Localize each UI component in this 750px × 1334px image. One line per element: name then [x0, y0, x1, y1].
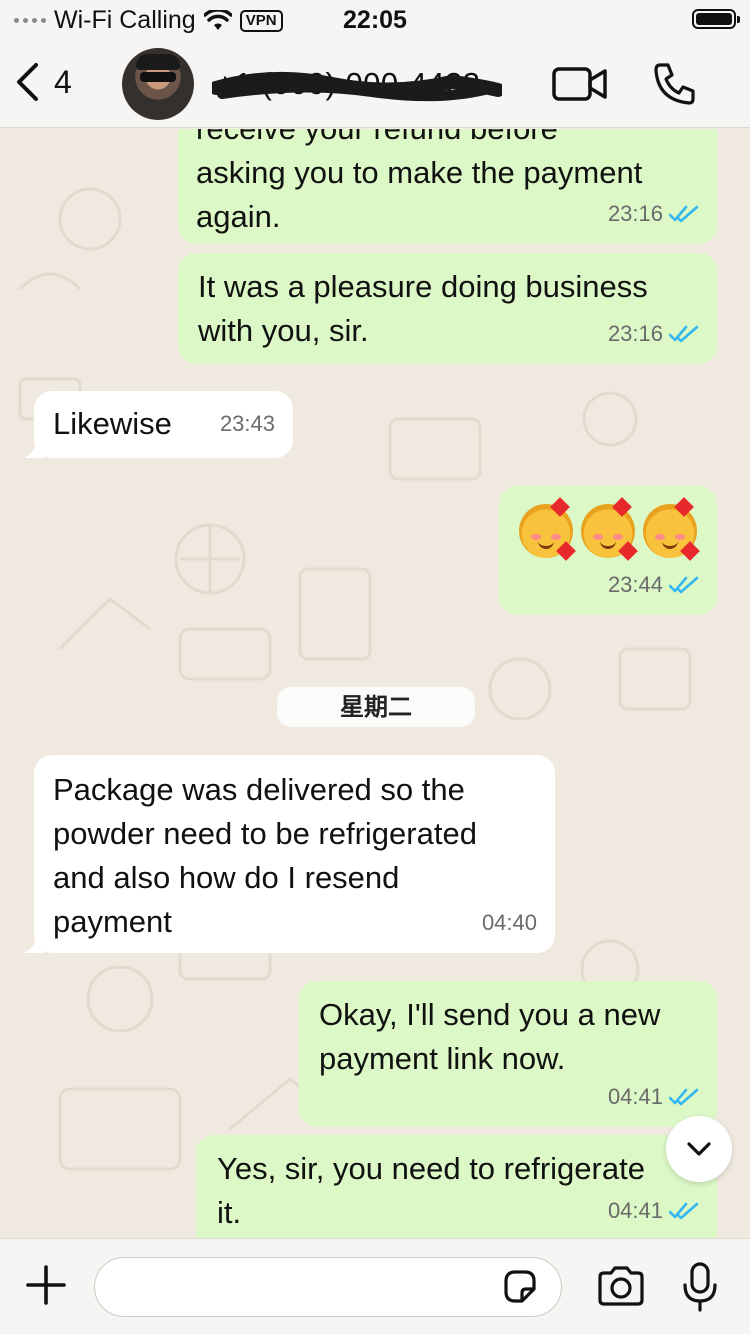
message-composer [0, 1238, 750, 1334]
message-list[interactable]: receive your refund before asking you to… [0, 129, 750, 1238]
bubble-tail [24, 438, 44, 458]
message-time: 04:40 [481, 910, 537, 935]
message-text: Okay, I'll send you a new [319, 997, 661, 1032]
status-time: 22:05 [343, 6, 407, 34]
message-meta: 23:44 [608, 563, 699, 607]
double-check-icon [669, 1088, 699, 1106]
message-text: powder need to be refrigerated [53, 816, 477, 851]
message-outgoing[interactable]: receive your refund before asking you to… [178, 129, 717, 244]
message-incoming[interactable]: Package was delivered so the powder need… [24, 755, 555, 953]
day-divider: 星期二 [277, 687, 475, 727]
message-text: receive your refund before [196, 129, 697, 151]
battery-icon [692, 9, 740, 29]
bubble-tail [24, 933, 44, 953]
scroll-to-bottom-button[interactable] [666, 1116, 732, 1182]
message-outgoing-emoji[interactable]: 23:44 [499, 486, 717, 615]
phone-call-icon[interactable] [652, 62, 696, 106]
message-meta: 23:43 [220, 402, 275, 446]
message-meta: 04:41 [608, 1189, 699, 1233]
message-time: 23:16 [607, 321, 663, 346]
message-meta: 04:40 [482, 901, 537, 945]
message-meta: 23:16 [608, 312, 699, 356]
message-time: 23:16 [607, 201, 663, 226]
unread-count: 4 [54, 63, 72, 100]
status-bar: Wi-Fi Calling VPN 22:05 [0, 0, 750, 40]
message-text: asking you to make the payment [196, 155, 643, 190]
smiling-face-with-hearts-icon [519, 497, 576, 561]
message-text: payment [53, 904, 172, 939]
back-button[interactable]: 4 [14, 62, 72, 102]
message-time: 04:41 [607, 1084, 663, 1109]
smiling-face-with-hearts-icon [581, 497, 638, 561]
plus-icon[interactable] [24, 1263, 68, 1307]
smiling-face-with-hearts-icon [643, 497, 700, 561]
chat-header: 4 +1 (000) 000-4423 [0, 40, 750, 128]
message-outgoing[interactable]: Yes, sir, you need to refrigerate it. 04… [196, 1135, 717, 1238]
message-text: It was a pleasure doing business [198, 269, 648, 304]
chevron-down-icon [687, 1142, 711, 1156]
redaction-scribble [212, 71, 502, 102]
message-input[interactable] [94, 1257, 562, 1317]
message-time: 04:41 [607, 1198, 663, 1223]
message-text: Yes, sir, you need to refrigerate [217, 1151, 645, 1186]
double-check-icon [669, 1202, 699, 1220]
message-time: 23:43 [219, 411, 275, 436]
message-incoming[interactable]: Likewise 23:43 [24, 391, 293, 458]
sticker-icon[interactable] [500, 1267, 540, 1307]
video-call-icon[interactable] [552, 66, 608, 102]
message-meta: 23:16 [608, 192, 699, 236]
double-check-icon [669, 205, 699, 223]
double-check-icon [669, 576, 699, 594]
message-meta: 04:41 [608, 1075, 699, 1119]
message-time: 23:44 [607, 572, 663, 597]
message-text: Package was delivered so the [53, 772, 465, 807]
message-outgoing[interactable]: Okay, I'll send you a new payment link n… [299, 981, 717, 1127]
microphone-icon[interactable] [680, 1261, 720, 1313]
double-check-icon [669, 325, 699, 343]
message-text: and also how do I resend [53, 860, 400, 895]
camera-icon[interactable] [596, 1265, 646, 1307]
chevron-left-icon [17, 63, 38, 101]
message-outgoing[interactable]: It was a pleasure doing business with yo… [178, 253, 717, 364]
contact-avatar[interactable] [122, 48, 194, 120]
